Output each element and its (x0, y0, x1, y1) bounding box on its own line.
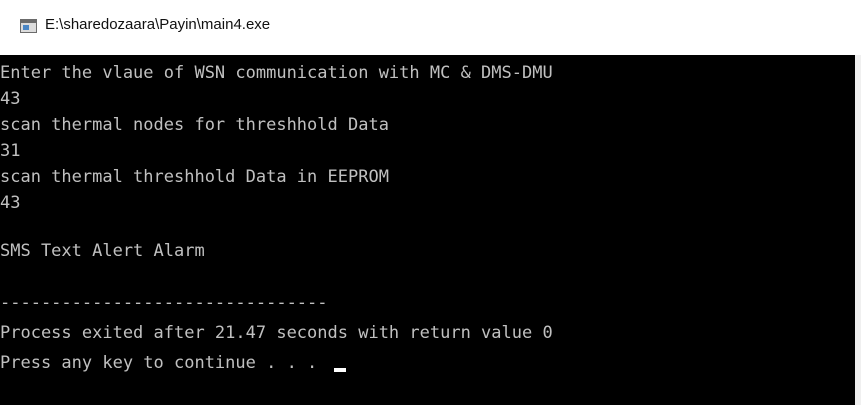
console-line-input-eeprom: 43 (0, 193, 21, 213)
console-output[interactable]: Enter the vlaue of WSN communication wit… (0, 55, 855, 405)
console-line-prompt-eeprom: scan thermal threshhold Data in EEPROM (0, 167, 389, 187)
console-line-prompt-nodes: scan thermal nodes for threshhold Data (0, 115, 389, 135)
title-bar[interactable]: E:\sharedozaara\Payin\main4.exe (0, 0, 861, 55)
continue-prompt: Press any key to continue . . . (0, 353, 328, 373)
vertical-scrollbar[interactable] (855, 55, 861, 405)
console-line-alert: SMS Text Alert Alarm (0, 241, 205, 261)
console-window: E:\sharedozaara\Payin\main4.exe Enter th… (0, 0, 861, 405)
console-line-separator: -------------------------------- (0, 293, 328, 313)
console-line-prompt-wsn: Enter the vlaue of WSN communication wit… (0, 63, 553, 83)
console-lines: Enter the vlaue of WSN communication wit… (0, 58, 553, 378)
console-line-input-nodes: 31 (0, 141, 21, 161)
console-line-blank (0, 214, 553, 236)
console-line-exit-status: Process exited after 21.47 seconds with … (0, 323, 553, 343)
window-title: E:\sharedozaara\Payin\main4.exe (45, 16, 271, 33)
console-line-blank (0, 266, 553, 288)
console-line-input-wsn: 43 (0, 89, 21, 109)
text-cursor (333, 368, 346, 372)
console-line-continue: Press any key to continue . . . (0, 348, 553, 378)
console-app-icon[interactable] (20, 19, 37, 33)
